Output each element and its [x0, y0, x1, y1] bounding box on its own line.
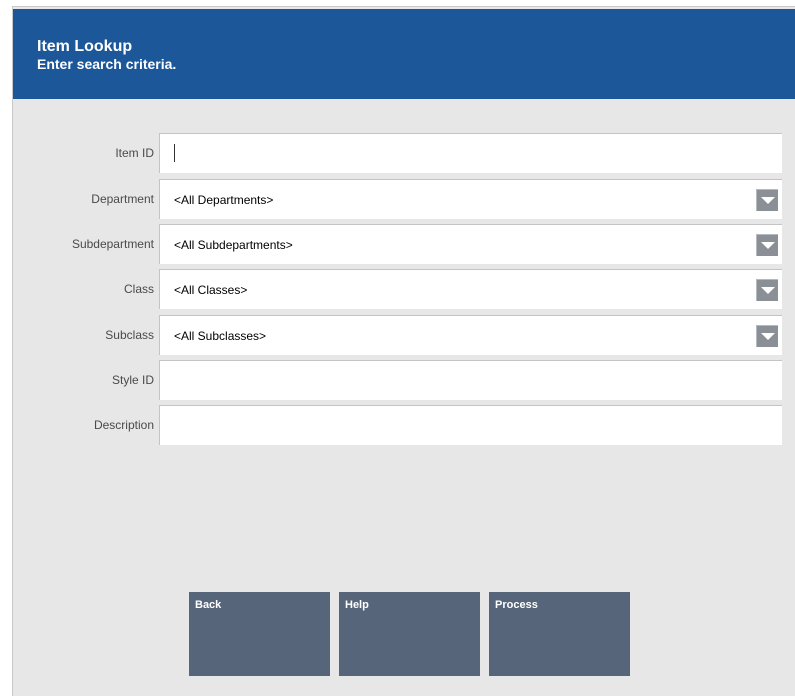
page-header: Item Lookup Enter search criteria. [13, 9, 795, 99]
subclass-row: Subclass <All Subclasses> [13, 315, 795, 359]
chevron-down-icon [761, 287, 775, 294]
class-select[interactable]: <All Classes> [159, 269, 782, 309]
item-id-row: Item ID [13, 133, 795, 177]
department-selected-value: <All Departments> [174, 193, 274, 207]
subdepartment-row: Subdepartment <All Subdepartments> [13, 224, 795, 268]
process-button[interactable]: Process [489, 592, 630, 676]
item-id-label: Item ID [115, 146, 154, 160]
class-label: Class [123, 282, 154, 296]
department-dropdown-button[interactable] [756, 189, 778, 211]
item-lookup-window: Item Lookup Enter search criteria. Item … [12, 6, 795, 696]
department-label: Department [91, 192, 154, 206]
department-row: Department <All Departments> [13, 179, 795, 223]
description-row: Description [13, 405, 795, 449]
item-id-input[interactable] [159, 133, 782, 173]
style-id-input[interactable] [159, 360, 782, 400]
help-button[interactable]: Help [339, 592, 480, 676]
description-input[interactable] [159, 405, 782, 445]
subclass-select[interactable]: <All Subclasses> [159, 315, 782, 355]
subdepartment-selected-value: <All Subdepartments> [174, 238, 293, 252]
style-id-label: Style ID [111, 373, 154, 387]
subdepartment-select[interactable]: <All Subdepartments> [159, 224, 782, 264]
class-dropdown-button[interactable] [756, 279, 778, 301]
back-button[interactable]: Back [189, 592, 330, 676]
chevron-down-icon [761, 242, 775, 249]
class-row: Class <All Classes> [13, 269, 795, 313]
subdepartment-dropdown-button[interactable] [756, 234, 778, 256]
class-selected-value: <All Classes> [174, 283, 248, 297]
chevron-down-icon [761, 197, 775, 204]
subclass-dropdown-button[interactable] [756, 325, 778, 347]
style-id-row: Style ID [13, 360, 795, 404]
department-select[interactable]: <All Departments> [159, 179, 782, 219]
subclass-label: Subclass [105, 328, 154, 342]
description-label: Description [93, 418, 154, 432]
chevron-down-icon [761, 333, 775, 340]
page-instruction: Enter search criteria. [37, 56, 177, 72]
text-cursor [174, 144, 175, 162]
page-title: Item Lookup [37, 38, 133, 55]
subclass-selected-value: <All Subclasses> [174, 329, 267, 343]
subdepartment-label: Subdepartment [71, 237, 154, 251]
